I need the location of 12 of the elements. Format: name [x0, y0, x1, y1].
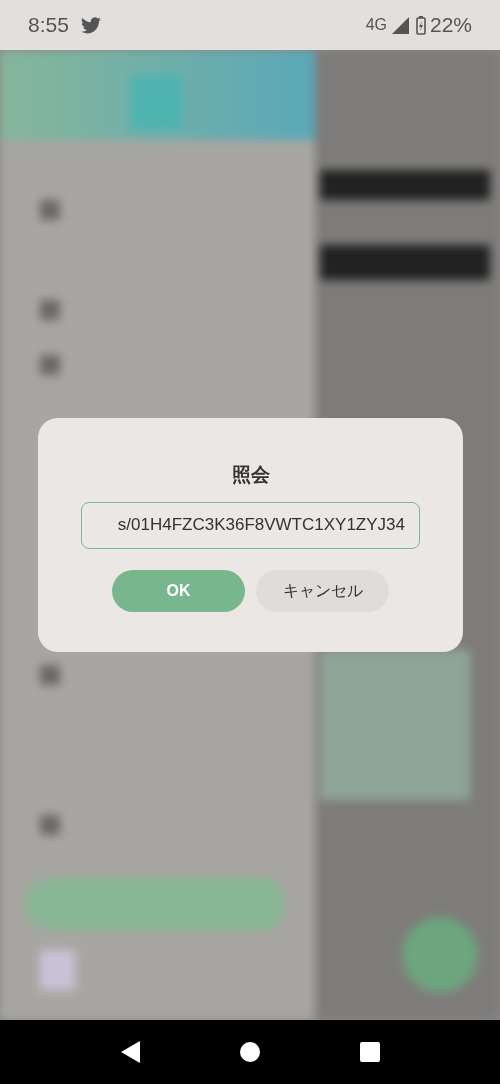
- input-field[interactable]: s/01H4FZC3K36F8VWTC1XY1ZYJ34: [81, 501, 420, 549]
- cancel-button[interactable]: キャンセル: [256, 569, 389, 612]
- clock: 8:55: [28, 12, 69, 39]
- battery-percentage: 22%: [429, 12, 472, 39]
- dialog-title: 照会: [231, 462, 270, 487]
- home-icon[interactable]: [239, 1042, 260, 1062]
- bird-icon: [80, 16, 101, 34]
- signal-icon: [391, 16, 409, 34]
- network-type: 4G: [365, 15, 387, 35]
- recents-icon[interactable]: [359, 1042, 380, 1062]
- back-icon[interactable]: [120, 1041, 140, 1063]
- battery-icon: [415, 15, 426, 35]
